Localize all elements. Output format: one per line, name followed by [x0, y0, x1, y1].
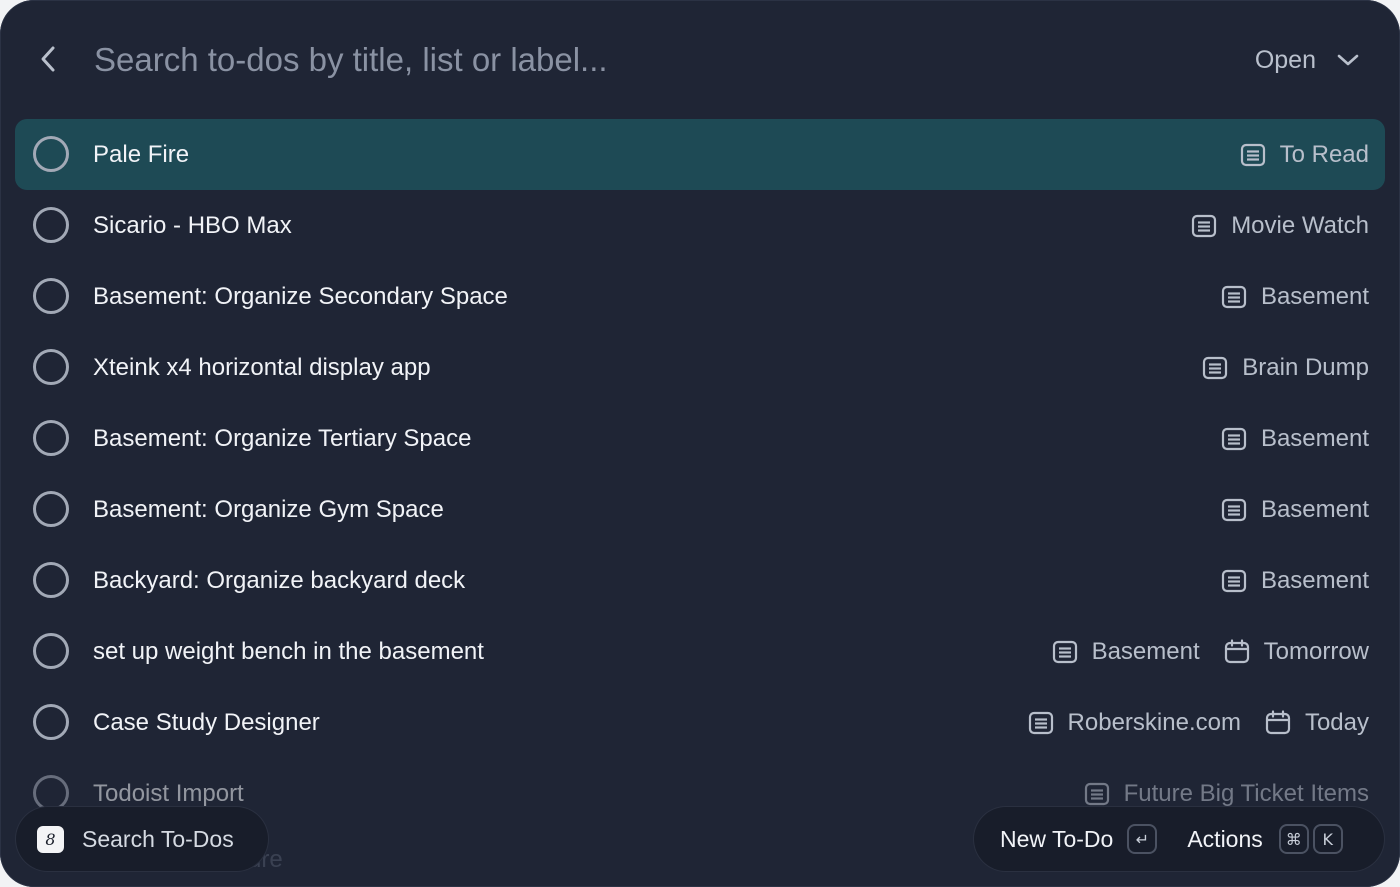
due-date: Tomorrow: [1263, 637, 1369, 665]
search-header: Open: [0, 0, 1400, 118]
complete-checkbox[interactable]: [33, 207, 69, 243]
todo-list: Pale Fire To Read Sicario - HBO Max Movi…: [15, 119, 1385, 829]
todo-meta: Basement Tomorrow: [1052, 616, 1369, 687]
command-key-hint: ⌘: [1278, 824, 1309, 854]
list-tag: Roberskine.com: [1028, 709, 1241, 737]
list-name: Roberskine.com: [1067, 708, 1241, 736]
search-input[interactable]: [94, 34, 1144, 86]
list-tag: Basement: [1221, 425, 1369, 453]
list-tag: Basement: [1052, 638, 1200, 666]
list-icon: [1052, 640, 1077, 663]
list-name: Basement: [1260, 566, 1369, 594]
list-name: Movie Watch: [1231, 211, 1369, 239]
todo-meta: Roberskine.com Today: [1028, 687, 1369, 758]
actions-label: Actions: [1187, 825, 1263, 852]
calendar-icon: [1265, 709, 1291, 734]
todo-meta: To Read: [1240, 119, 1369, 190]
todo-title: Xteink x4 horizontal display app: [93, 354, 431, 381]
list-icon: [1240, 143, 1265, 166]
complete-checkbox[interactable]: [33, 136, 69, 172]
todo-meta: Basement: [1221, 474, 1369, 545]
calendar-icon: [1224, 638, 1249, 663]
complete-checkbox[interactable]: [33, 704, 69, 740]
list-name: Future Big Ticket Items: [1123, 779, 1369, 807]
list-tag: Movie Watch: [1191, 212, 1369, 240]
complete-checkbox[interactable]: [33, 562, 69, 598]
todo-row[interactable]: Basement: Organize Tertiary Space Baseme…: [15, 403, 1385, 474]
todo-row[interactable]: set up weight bench in the basement Base…: [15, 616, 1385, 687]
new-todo-button[interactable]: New To-Do ↵: [1000, 824, 1158, 854]
list-name: Brain Dump: [1242, 353, 1369, 381]
complete-checkbox[interactable]: [33, 349, 69, 385]
list-tag: To Read: [1240, 141, 1369, 169]
complete-checkbox[interactable]: [33, 633, 69, 669]
list-icon: [1084, 782, 1109, 805]
complete-checkbox[interactable]: [33, 775, 69, 811]
todo-row[interactable]: Case Study Designer Roberskine.com Today: [15, 687, 1385, 758]
todo-row[interactable]: Backyard: Organize backyard deck Basemen…: [15, 545, 1385, 616]
back-button[interactable]: [30, 40, 68, 78]
todo-title: Basement: Organize Gym Space: [93, 496, 444, 523]
todo-title: Backyard: Organize backyard deck: [93, 567, 466, 594]
todo-row[interactable]: Xteink x4 horizontal display app Brain D…: [15, 332, 1385, 403]
actions-button[interactable]: Actions ⌘ K: [1187, 824, 1343, 854]
todo-title: Basement: Organize Secondary Space: [93, 283, 508, 310]
list-name: Basement: [1091, 637, 1200, 665]
status-filter-dropdown[interactable]: Open: [1255, 40, 1360, 80]
command-label: Search To-Dos: [82, 825, 234, 852]
list-icon: [1221, 498, 1247, 521]
list-icon: [1221, 427, 1247, 450]
list-icon: [1203, 356, 1228, 379]
todo-row[interactable]: Basement: Organize Secondary Space Basem…: [15, 261, 1385, 332]
complete-checkbox[interactable]: [33, 278, 69, 314]
list-icon: [1028, 711, 1053, 734]
date-tag: Today: [1265, 709, 1369, 737]
list-name: Basement: [1260, 495, 1369, 523]
list-name: Basement: [1260, 424, 1369, 452]
list-name: To Read: [1279, 140, 1369, 168]
todo-row[interactable]: Basement: Organize Gym Space Basement: [15, 474, 1385, 545]
todo-title: set up weight bench in the basement: [93, 638, 484, 665]
k-key-hint: K: [1312, 824, 1343, 854]
app-logo-icon: 8: [37, 825, 64, 853]
todo-meta: Basement: [1221, 261, 1369, 332]
chevron-left-icon: [41, 46, 55, 72]
todo-row[interactable]: Sicario - HBO Max Movie Watch: [15, 190, 1385, 261]
todo-meta: Brain Dump: [1202, 332, 1369, 403]
todo-title: Pale Fire: [93, 141, 190, 168]
action-bar: New To-Do ↵ Actions ⌘ K: [974, 807, 1384, 871]
todo-title: Case Study Designer: [93, 709, 320, 736]
due-date: Today: [1304, 708, 1369, 736]
enter-key-hint: ↵: [1127, 824, 1158, 854]
new-todo-label: New To-Do: [1000, 825, 1114, 852]
todo-row[interactable]: Pale Fire To Read: [15, 119, 1385, 190]
list-icon: [1192, 214, 1217, 237]
todo-meta: Movie Watch: [1191, 190, 1369, 261]
list-tag: Basement: [1221, 567, 1369, 595]
todo-meta: Basement: [1221, 403, 1369, 474]
status-filter-label: Open: [1254, 45, 1316, 74]
app-window: Open Pale Fire To Read Sicario - HBO Max: [0, 0, 1400, 887]
list-tag: Basement: [1221, 496, 1369, 524]
chevron-down-icon: [1337, 54, 1359, 66]
list-icon: [1221, 285, 1247, 308]
complete-checkbox[interactable]: [33, 420, 69, 456]
list-tag: Basement: [1221, 283, 1369, 311]
todo-title: Basement: Organize Tertiary Space: [93, 425, 472, 452]
search-todos-command[interactable]: 8 Search To-Dos: [16, 807, 268, 871]
todo-title: Sicario - HBO Max: [93, 212, 292, 239]
list-tag: Future Big Ticket Items: [1084, 780, 1369, 808]
list-name: Basement: [1260, 282, 1369, 310]
list-icon: [1221, 569, 1247, 592]
list-tag: Brain Dump: [1202, 354, 1369, 382]
todo-meta: Basement: [1221, 545, 1369, 616]
complete-checkbox[interactable]: [33, 491, 69, 527]
date-tag: Tomorrow: [1224, 638, 1369, 666]
